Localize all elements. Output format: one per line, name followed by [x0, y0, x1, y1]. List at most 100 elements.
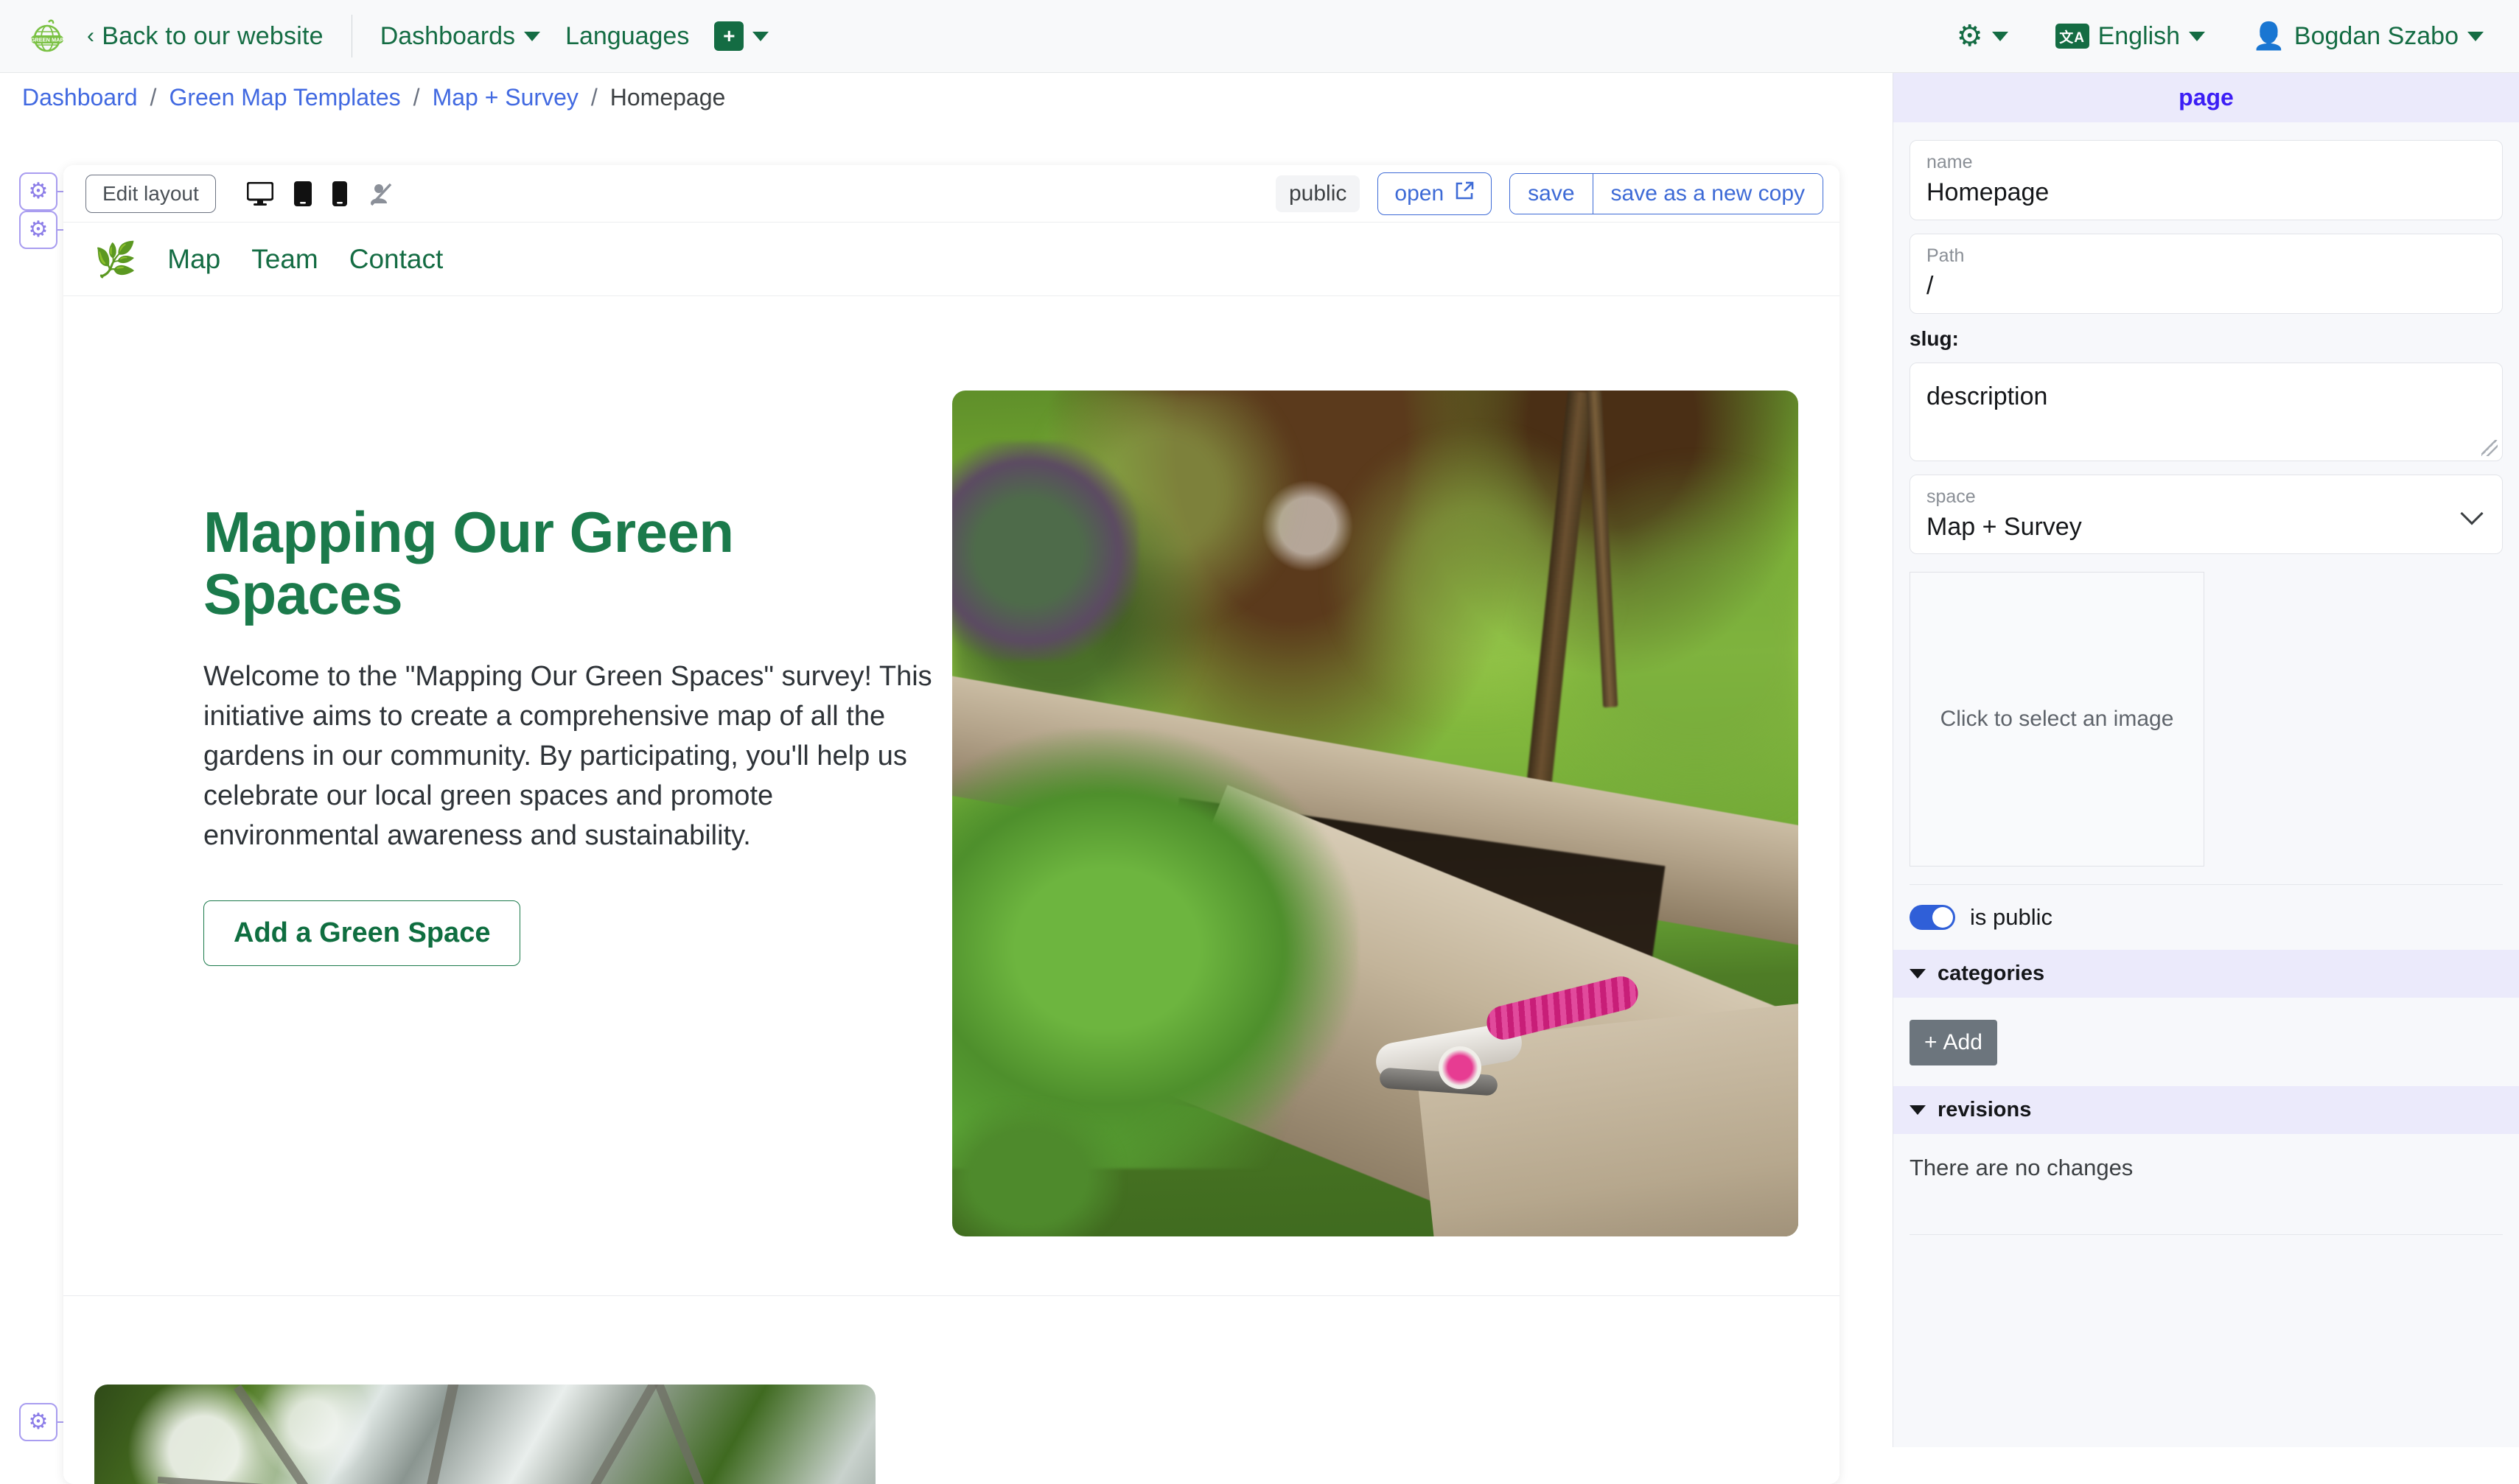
name-field-value: Homepage	[1926, 178, 2050, 206]
preview-toolbar: Edit layout public open save save as a n…	[63, 165, 1840, 223]
chevron-down-icon	[752, 31, 769, 41]
block-settings-pin-3[interactable]: ⚙	[19, 1403, 57, 1441]
nav-item-add[interactable]: +	[714, 21, 769, 51]
name-field-label: name	[1926, 152, 1973, 172]
open-label: open	[1394, 181, 1444, 206]
visibility-status-badge: public	[1276, 175, 1360, 212]
panel-body: name Homepage Path / slug: description s…	[1893, 122, 2519, 1236]
desktop-icon[interactable]	[246, 181, 273, 206]
add-a-green-space-button[interactable]: Add a Green Space	[203, 900, 521, 967]
site-nav-link-contact[interactable]: Contact	[349, 244, 444, 275]
toggle-knob	[1932, 907, 1953, 928]
flower-leaf-logo-icon[interactable]: 🌿	[94, 242, 136, 276]
image-layer-basil	[952, 441, 1139, 662]
editor-work-area: ⚙ ⚙ ⚙ Edit layout public open save save …	[0, 122, 1893, 1484]
is-public-label: is public	[1970, 904, 2052, 931]
image-layer-moss	[952, 1101, 1122, 1236]
top-navigation-bar: GREEN MAP ‹ Back to our website Dashboar…	[0, 0, 2519, 73]
chevron-left-icon: ‹	[87, 24, 95, 48]
hero-paragraph: Welcome to the "Mapping Our Green Spaces…	[203, 661, 932, 852]
external-link-icon	[1454, 181, 1475, 207]
nav-dashboards-label: Dashboards	[380, 21, 516, 50]
tablet-icon[interactable]	[293, 181, 312, 206]
resize-handle-icon[interactable]	[2481, 439, 2498, 456]
lower-content-section	[63, 1296, 1840, 1484]
greenhouse-image	[94, 1385, 876, 1484]
name-field[interactable]: name Homepage	[1910, 140, 2503, 220]
user-menu[interactable]: 👤 Bogdan Szabo	[2252, 22, 2484, 51]
chevron-down-icon	[1991, 31, 2008, 41]
space-select[interactable]: space Map + Survey	[1910, 474, 2503, 555]
revisions-label: revisions	[1938, 1098, 2032, 1122]
plus-icon: +	[1924, 1030, 1938, 1055]
gear-icon: ⚙	[28, 217, 49, 242]
breadcrumb-item-dashboard[interactable]: Dashboard	[22, 84, 138, 111]
green-map-globe-logo-icon[interactable]: GREEN MAP	[27, 15, 68, 57]
breadcrumb-item-map-survey[interactable]: Map + Survey	[433, 84, 579, 111]
hero-garden-image	[952, 391, 1798, 1236]
language-selector[interactable]: 文A English	[2055, 22, 2206, 51]
breadcrumb-separator: /	[590, 84, 598, 111]
translate-icon: 文A	[2055, 24, 2089, 49]
person-icon: 👤	[2252, 21, 2285, 51]
hero-text-column: Mapping Our Green Spaces Welcome to the …	[100, 354, 948, 1236]
image-layer-beam	[157, 1476, 813, 1484]
image-layer-beam	[392, 1385, 463, 1484]
gear-icon: ⚙	[28, 1410, 49, 1434]
slug-label: slug:	[1910, 326, 1959, 350]
path-field[interactable]: Path /	[1910, 233, 2503, 314]
edit-layout-button[interactable]: Edit layout	[85, 174, 216, 213]
breadcrumb-separator: /	[150, 84, 157, 111]
space-select-label: space	[1926, 486, 1976, 507]
add-category-button[interactable]: + Add	[1910, 1020, 1997, 1066]
mobile-icon[interactable]	[332, 181, 347, 206]
image-picker[interactable]: Click to select an image	[1910, 572, 2204, 867]
block-settings-pin-2[interactable]: ⚙	[19, 211, 57, 249]
anonymous-preview-icon[interactable]	[368, 181, 393, 206]
is-public-row: is public	[1910, 904, 2503, 931]
settings-menu[interactable]: ⚙	[1957, 21, 2008, 51]
site-nav-link-team[interactable]: Team	[251, 244, 318, 275]
top-navigation-right-group: ⚙ 文A English 👤 Bogdan Szabo	[1957, 21, 2484, 51]
image-layer-beam	[507, 1385, 659, 1484]
site-nav-link-map[interactable]: Map	[167, 244, 220, 275]
save-as-new-copy-button[interactable]: save as a new copy	[1592, 173, 1823, 214]
chevron-down-icon	[2467, 31, 2484, 41]
plus-icon: +	[714, 21, 744, 51]
device-preview-icons	[246, 181, 393, 206]
categories-label: categories	[1938, 962, 2045, 986]
caret-down-icon	[1910, 1105, 1926, 1116]
user-name-label: Bogdan Szabo	[2293, 21, 2459, 50]
panel-title: page	[1893, 73, 2519, 122]
breadcrumb-separator: /	[413, 84, 420, 111]
description-placeholder: description	[1926, 382, 2048, 410]
site-navigation: 🌿 Map Team Contact	[63, 223, 1840, 296]
gear-icon: ⚙	[1956, 20, 1983, 52]
description-textarea[interactable]: description	[1910, 362, 2503, 461]
path-field-value: /	[1926, 271, 1934, 300]
page-preview-frame: Edit layout public open save save as a n…	[63, 165, 1840, 1484]
space-select-inner: space Map + Survey	[1926, 486, 2464, 542]
space-select-value: Map + Survey	[1926, 512, 2082, 541]
hero-image-column	[948, 354, 1803, 1236]
open-button[interactable]: open	[1377, 172, 1492, 215]
image-layer-beam	[233, 1385, 402, 1484]
revisions-accordion-header[interactable]: revisions	[1893, 1086, 2519, 1135]
chevron-down-icon	[524, 31, 541, 41]
preview-toolbar-actions: public open save save as a new copy	[1276, 172, 1823, 215]
nav-item-dashboards[interactable]: Dashboards	[380, 21, 541, 51]
hero-section: Mapping Our Green Spaces Welcome to the …	[63, 296, 1840, 1236]
block-settings-pin-1[interactable]: ⚙	[19, 172, 57, 211]
language-label: English	[2097, 21, 2181, 50]
path-field-label: Path	[1926, 245, 1965, 266]
nav-item-languages[interactable]: Languages	[565, 22, 689, 51]
is-public-toggle[interactable]	[1910, 905, 1955, 931]
breadcrumb: Dashboard / Green Map Templates / Map + …	[0, 73, 1893, 122]
breadcrumb-item-green-map-templates[interactable]: Green Map Templates	[169, 84, 400, 111]
categories-accordion-header[interactable]: categories	[1893, 950, 2519, 998]
caret-down-icon	[1910, 969, 1926, 979]
revisions-empty-message: There are no changes	[1910, 1155, 2134, 1181]
back-to-website-link[interactable]: ‹ Back to our website	[87, 22, 324, 51]
breadcrumb-item-homepage: Homepage	[609, 84, 726, 111]
save-button[interactable]: save	[1510, 173, 1593, 214]
